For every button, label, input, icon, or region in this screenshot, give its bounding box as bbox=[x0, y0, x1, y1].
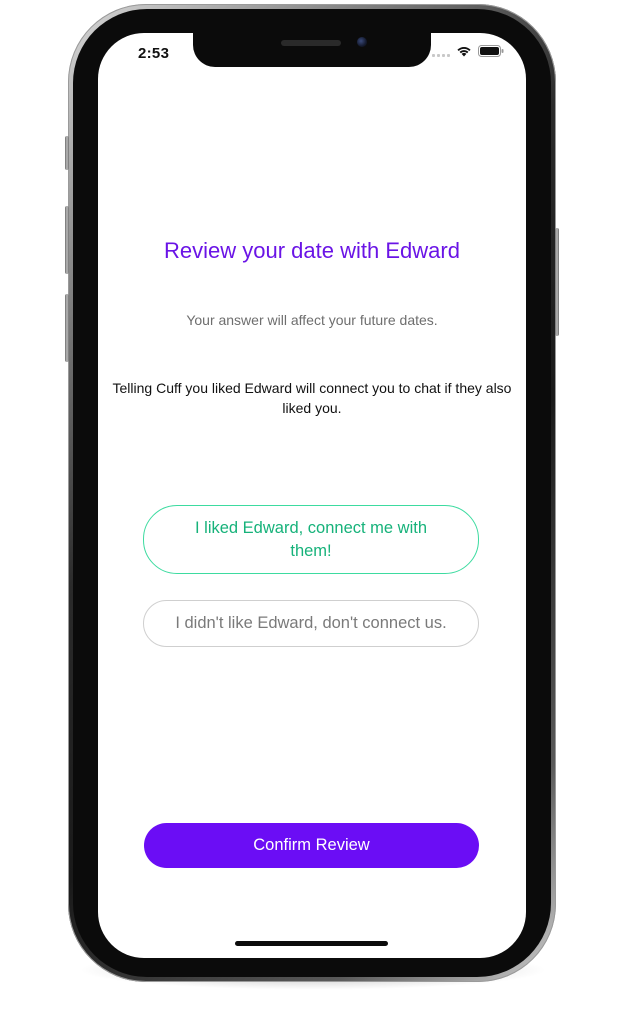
confirm-review-button[interactable]: Confirm Review bbox=[144, 823, 479, 868]
dislike-option-button[interactable]: I didn't like Edward, don't connect us. bbox=[143, 600, 479, 647]
app-screen: 2:53 Review your date with Edward Your a… bbox=[98, 33, 526, 958]
volume-down-button bbox=[65, 294, 69, 362]
silent-switch bbox=[65, 136, 69, 170]
notch bbox=[193, 33, 431, 67]
like-option-button[interactable]: I liked Edward, connect me with them! bbox=[143, 505, 479, 574]
volume-up-button bbox=[65, 206, 69, 274]
cellular-signal-icon bbox=[432, 45, 450, 57]
speaker-grille bbox=[281, 40, 341, 46]
status-icons bbox=[432, 45, 504, 57]
front-camera-icon bbox=[357, 37, 367, 47]
review-description: Telling Cuff you liked Edward will conne… bbox=[112, 380, 512, 416]
wifi-icon bbox=[456, 45, 472, 57]
status-time: 2:53 bbox=[138, 45, 170, 62]
review-subtitle: Your answer will affect your future date… bbox=[186, 312, 438, 328]
home-indicator[interactable] bbox=[235, 941, 388, 946]
battery-icon bbox=[478, 45, 504, 57]
power-button bbox=[555, 228, 559, 336]
review-title: Review your date with Edward bbox=[164, 238, 460, 263]
